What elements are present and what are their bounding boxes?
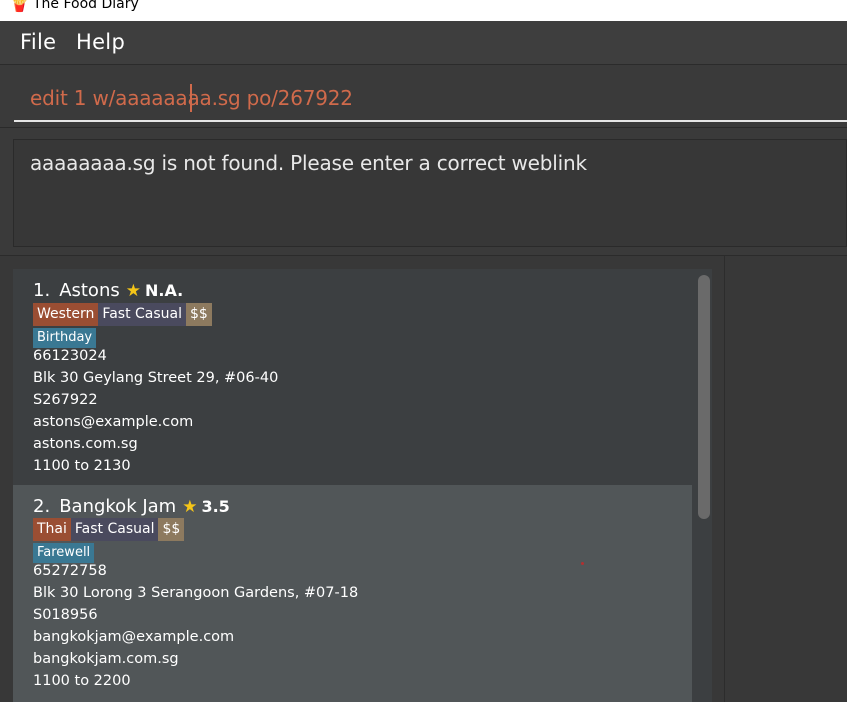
occasion-tag: Farewell — [33, 543, 95, 563]
rating-value: N.A. — [145, 281, 184, 300]
menu-file[interactable]: File — [20, 30, 56, 54]
star-icon: ★ — [182, 496, 198, 517]
command-input[interactable]: edit 1 w/aaaaaaaa.sg po/267922 — [14, 66, 847, 122]
email-field: bangkokjam@example.com — [33, 629, 235, 645]
website-field: bangkokjam.com.sg — [33, 651, 179, 667]
star-icon: ★ — [125, 280, 141, 301]
menu-bar: File Help — [0, 21, 847, 65]
tag-row: Thai Fast Casual $$ — [33, 518, 185, 541]
result-display[interactable]: aaaaaaaa.sg is not found. Please enter a… — [13, 139, 847, 247]
postal-field: S018956 — [33, 607, 98, 623]
phone-field: 66123024 — [33, 348, 107, 364]
hours-field: 1100 to 2130 — [33, 458, 131, 474]
marker-dot — [581, 562, 584, 565]
cuisine-tag: Thai — [33, 518, 71, 541]
side-panel — [724, 256, 847, 702]
postal-field: S267922 — [33, 392, 98, 408]
restaurant-card[interactable]: 2. Bangkok Jam ★ 3.5 Thai Fast Casual $$… — [13, 485, 692, 702]
restaurant-name: Astons — [59, 280, 120, 301]
rating-value: 3.5 — [201, 497, 230, 516]
phone-field: 65272758 — [33, 563, 107, 579]
price-tag: $$ — [158, 518, 185, 541]
website-field: astons.com.sg — [33, 436, 138, 452]
tag-row: Western Fast Casual $$ — [33, 303, 212, 326]
text-caret — [190, 84, 192, 112]
style-tag: Fast Casual — [70, 518, 159, 541]
email-field: astons@example.com — [33, 414, 194, 430]
card-index: 2. — [33, 496, 51, 517]
scrollbar[interactable] — [696, 269, 712, 702]
card-header: 1. Astons ★ N.A. — [33, 280, 183, 301]
restaurant-list-area: 1. Astons ★ N.A. Western Fast Casual $$ … — [0, 255, 847, 702]
command-area: edit 1 w/aaaaaaaa.sg po/267922 — [0, 66, 847, 128]
style-tag: Fast Casual — [98, 303, 186, 326]
hours-field: 1100 to 2200 — [33, 673, 131, 689]
occasion-tag: Birthday — [33, 328, 97, 348]
result-area: aaaaaaaa.sg is not found. Please enter a… — [0, 129, 847, 255]
restaurant-list[interactable]: 1. Astons ★ N.A. Western Fast Casual $$ … — [13, 269, 712, 702]
address-field: Blk 30 Geylang Street 29, #06-40 — [33, 370, 279, 386]
cuisine-tag: Western — [33, 303, 99, 326]
window-title: The Food Diary — [33, 0, 139, 12]
address-field: Blk 30 Lorong 3 Serangoon Gardens, #07-1… — [33, 585, 359, 601]
fries-icon: 🍟 — [10, 0, 29, 13]
card-index: 1. — [33, 280, 51, 301]
menu-help[interactable]: Help — [76, 30, 125, 54]
restaurant-card[interactable]: 1. Astons ★ N.A. Western Fast Casual $$ … — [13, 269, 692, 485]
price-tag: $$ — [186, 303, 212, 326]
scrollbar-thumb[interactable] — [698, 275, 710, 519]
result-message: aaaaaaaa.sg is not found. Please enter a… — [30, 151, 587, 175]
card-header: 2. Bangkok Jam ★ 3.5 — [33, 496, 230, 517]
title-bar: 🍟 The Food Diary — [0, 0, 847, 21]
restaurant-name: Bangkok Jam — [59, 496, 177, 517]
